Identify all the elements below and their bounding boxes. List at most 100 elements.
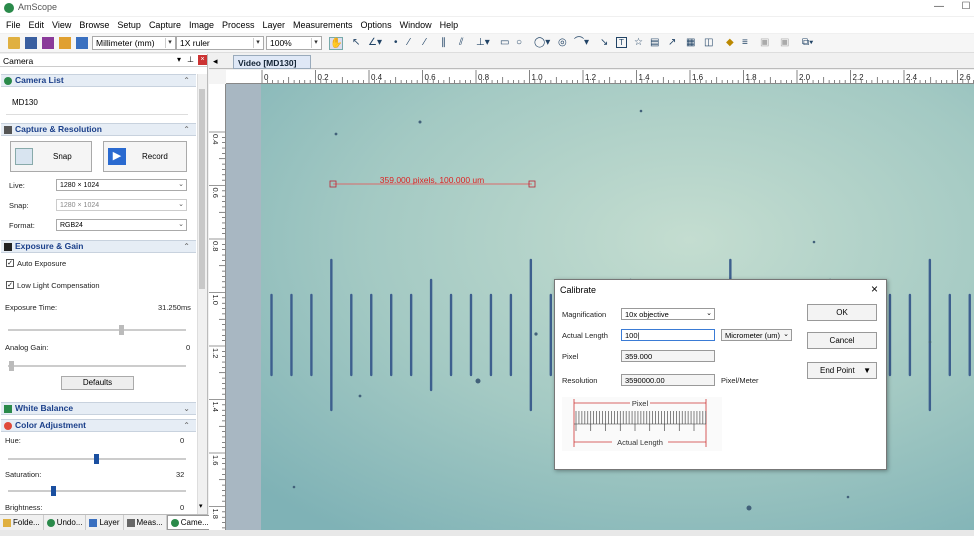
properties-icon[interactable]: ◆ — [726, 37, 734, 49]
scroll-down-icon[interactable]: ▾ — [199, 502, 203, 510]
capture-header[interactable]: Capture & Resolution ⌃ — [1, 123, 196, 136]
align-icon[interactable]: ≡ — [742, 37, 748, 49]
star-icon[interactable]: ☆ — [634, 37, 643, 49]
exposure-time-thumb[interactable] — [119, 325, 124, 335]
perpendicular-icon[interactable]: ⊥▾ — [476, 37, 490, 49]
camera-list-item[interactable]: MD130 — [12, 98, 38, 107]
layer-icon[interactable]: ▦ — [686, 37, 695, 49]
angle-icon[interactable]: ∠▾ — [368, 37, 382, 49]
zoom-select[interactable]: 100% ▾ — [266, 36, 322, 50]
chevron-down-icon: ⌄ — [706, 310, 712, 317]
menu-capture[interactable]: Capture — [149, 20, 181, 30]
menu-edit[interactable]: Edit — [29, 20, 45, 30]
saturation-thumb[interactable] — [51, 486, 56, 496]
pan-icon[interactable]: ✋ — [329, 37, 343, 50]
live-resolution-select[interactable]: 1280 × 1024 ⌄ — [56, 179, 187, 191]
capture-icon — [4, 126, 12, 134]
defaults-button[interactable]: Defaults — [61, 376, 134, 390]
length-unit-select[interactable]: Micrometer (um) ⌄ — [721, 329, 792, 341]
auto-exposure-checkbox[interactable]: ✓ — [6, 259, 14, 267]
close-icon[interactable]: × — [871, 282, 878, 296]
ruler-tick-label: 2.2 — [853, 73, 865, 82]
menu-view[interactable]: View — [52, 20, 71, 30]
tab-video[interactable]: Video [MD130] — [233, 55, 311, 69]
panel-dropdown-icon[interactable]: ▾ — [177, 55, 181, 64]
line-icon[interactable]: ⁄ — [408, 37, 410, 49]
menu-measurements[interactable]: Measurements — [293, 20, 353, 30]
arrow-line-icon[interactable]: ⁄ — [424, 37, 426, 49]
tab-undo[interactable]: Undo... — [44, 515, 87, 530]
save-icon[interactable] — [25, 37, 37, 49]
cancel-button[interactable]: Cancel — [807, 332, 877, 349]
save-all-icon[interactable] — [42, 37, 54, 49]
format-select[interactable]: RGB24 ⌄ — [56, 219, 187, 231]
rectangle-icon[interactable]: ▭ — [500, 37, 509, 49]
curve-icon[interactable]: ↘ — [600, 37, 608, 49]
annulus-icon[interactable]: ◎ — [558, 37, 567, 49]
parallel-icon[interactable]: ∥ — [441, 37, 446, 49]
tab-folders[interactable]: Folde... — [0, 515, 44, 530]
folder-icon[interactable] — [59, 37, 71, 49]
camera-list-header[interactable]: Camera List ⌃ — [1, 74, 196, 87]
ellipse-icon[interactable]: ○ — [516, 37, 522, 49]
circle-icon[interactable]: ◯▾ — [534, 37, 550, 49]
select-arrow-icon[interactable]: ↖ — [352, 37, 360, 49]
menu-options[interactable]: Options — [361, 20, 392, 30]
record-button[interactable]: ▶ Record — [103, 141, 187, 172]
menu-file[interactable]: File — [6, 20, 21, 30]
snap-button[interactable]: Snap — [10, 141, 92, 172]
end-point-select[interactable]: End Point ▼ — [807, 362, 877, 379]
point-icon[interactable]: • — [394, 37, 398, 49]
ok-button[interactable]: OK — [807, 304, 877, 321]
collapse-icon[interactable]: ⌃ — [183, 124, 190, 135]
unit-select[interactable]: Millimeter (mm) ▾ — [92, 36, 176, 50]
tab-scroll-left-icon[interactable]: ◂ — [213, 56, 218, 67]
collapse-icon[interactable]: ⌃ — [183, 75, 190, 86]
saturation-slider[interactable] — [8, 490, 186, 492]
analog-gain-thumb[interactable] — [9, 361, 14, 371]
menu-image[interactable]: Image — [189, 20, 214, 30]
maximize-button[interactable]: ☐ — [960, 1, 972, 14]
tab-camera[interactable]: Came... — [166, 515, 213, 530]
menu-browse[interactable]: Browse — [79, 20, 109, 30]
multi-line-icon[interactable]: ⫽ — [459, 37, 463, 49]
snap-resolution-select[interactable]: 1280 × 1024 ⌄ — [56, 199, 187, 211]
actual-length-input[interactable]: 100| — [621, 329, 715, 341]
pin-icon[interactable]: ⊥ — [187, 55, 194, 64]
ruler-select[interactable]: 1X ruler ▾ — [176, 36, 264, 50]
color-adjustment-header[interactable]: Color Adjustment ⌃ — [1, 419, 196, 432]
menu-process[interactable]: Process — [222, 20, 255, 30]
magnification-select[interactable]: 10x objective ⌄ — [621, 308, 715, 320]
hue-thumb[interactable] — [94, 454, 99, 464]
exposure-time-slider[interactable] — [8, 329, 186, 331]
collapse-icon[interactable]: ⌃ — [183, 241, 190, 252]
resolution-field[interactable]: 3590000.00 — [621, 374, 715, 386]
menu-layer[interactable]: Layer — [263, 20, 286, 30]
low-light-checkbox[interactable]: ✓ — [6, 281, 14, 289]
minimize-button[interactable]: — — [932, 1, 946, 14]
exposure-header[interactable]: Exposure & Gain ⌃ — [1, 240, 196, 253]
export-icon[interactable]: ⧉▾ — [802, 37, 813, 49]
tab-layer[interactable]: Layer — [86, 515, 124, 530]
pixel-field[interactable]: 359.000 — [621, 350, 715, 362]
menu-help[interactable]: Help — [440, 20, 459, 30]
menu-setup[interactable]: Setup — [117, 20, 141, 30]
grid-icon[interactable] — [76, 37, 88, 49]
calibration-icon[interactable]: ↗ — [668, 37, 676, 49]
collapse-icon[interactable]: ⌃ — [183, 420, 190, 431]
expand-icon[interactable]: ⌄ — [183, 403, 190, 414]
close-icon[interactable]: × — [198, 55, 207, 65]
grid-overlay-icon[interactable]: ◫ — [704, 37, 713, 49]
analog-gain-slider[interactable] — [8, 365, 186, 367]
copy-icon[interactable]: ▣ — [760, 37, 769, 49]
text-icon[interactable]: T — [616, 37, 627, 48]
chevron-down-icon: ⌄ — [178, 201, 184, 208]
panel-scrollbar-thumb[interactable] — [199, 89, 205, 289]
paste-icon[interactable]: ▣ — [780, 37, 789, 49]
open-icon[interactable] — [8, 37, 20, 49]
white-balance-header[interactable]: White Balance ⌄ — [1, 402, 196, 415]
arc-icon[interactable]: ⌒▾ — [574, 37, 589, 49]
tab-measurements[interactable]: Meas... — [124, 515, 167, 530]
menu-window[interactable]: Window — [400, 20, 432, 30]
scale-bar-icon[interactable]: ▤ — [650, 37, 659, 49]
